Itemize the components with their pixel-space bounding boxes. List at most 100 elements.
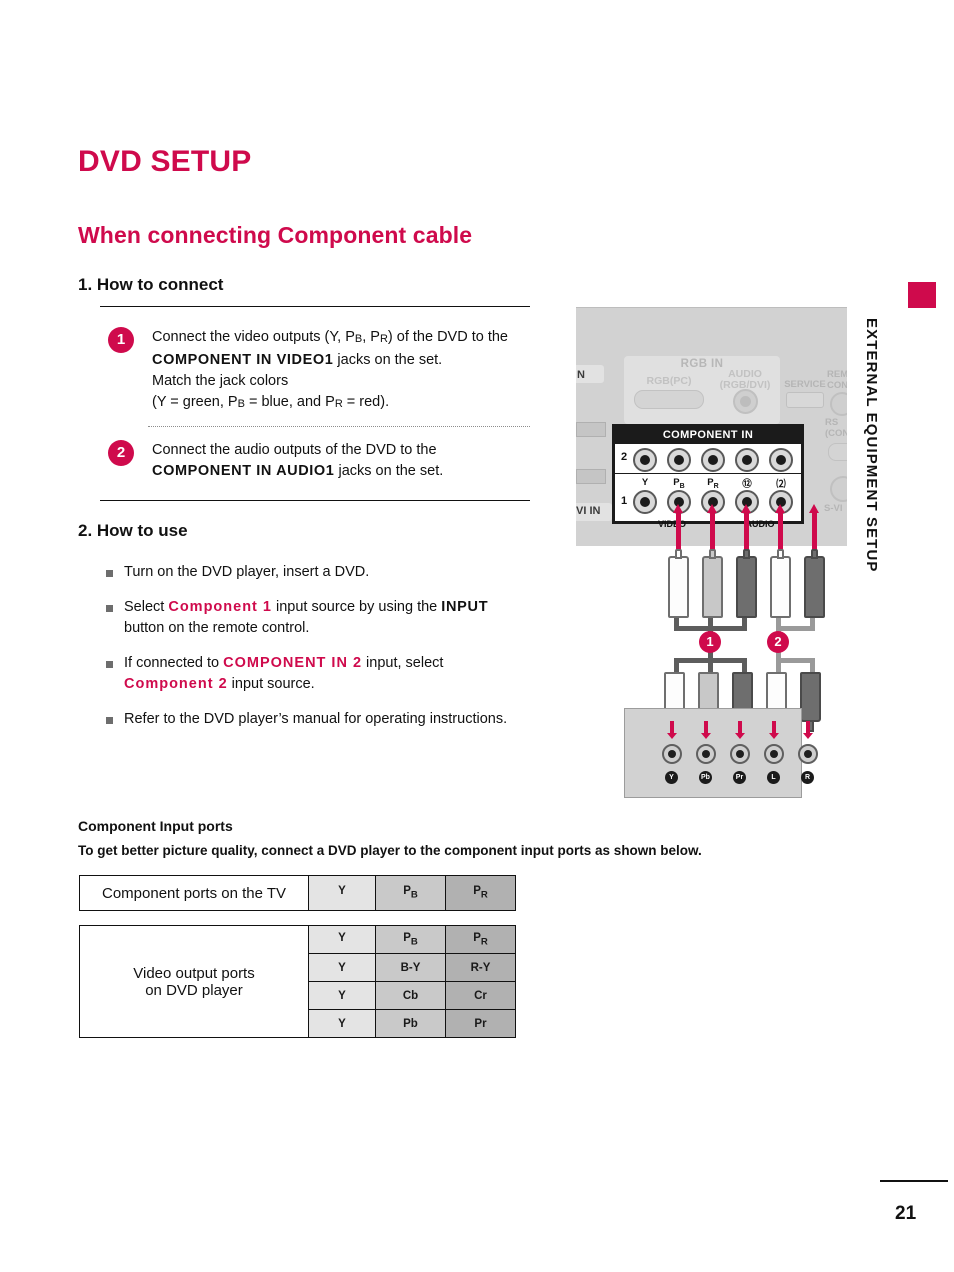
component-input-ports-subheading: To get better picture quality, connect a… xyxy=(78,843,702,858)
step-1-line4-sub2: R xyxy=(334,398,343,410)
tv-ports-cell-pr: PR xyxy=(445,875,516,911)
dvd-cell-y-3: Y xyxy=(308,1009,376,1038)
dvd-jack-y[interactable] xyxy=(662,744,682,764)
use-item-4-text: Refer to the DVD player’s manual for ope… xyxy=(124,711,508,727)
dvd-ports-row-label: Video output ports on DVD player xyxy=(79,925,309,1038)
use-item-3-post: input source. xyxy=(227,676,315,692)
wire-audio-bus-top xyxy=(776,626,815,631)
dvd-cell-pr-3: Pr xyxy=(445,1009,516,1038)
component1-label-audio-r: ⑵ xyxy=(776,479,786,490)
use-item-3-pre: If connected to xyxy=(124,655,224,671)
cell-base: Cb xyxy=(402,989,419,1002)
dvd-cell-y-0: Y xyxy=(308,925,376,954)
component1-jack-y[interactable] xyxy=(633,490,657,514)
tv-ports-cell-pb: PB xyxy=(375,875,446,911)
remote-control-label: REMCONT xyxy=(827,369,847,391)
plug-top-pr xyxy=(736,549,757,618)
step-1-line-1: Connect the video outputs (Y, PB, PR) of… xyxy=(152,327,538,350)
insert-arrow-pb xyxy=(701,721,711,739)
remote-control-jack-icon xyxy=(830,392,847,416)
list-item: Refer to the DVD player’s manual for ope… xyxy=(106,709,556,730)
s-video-label: S-VI xyxy=(824,503,843,514)
cell-base: Y xyxy=(338,1017,346,1030)
dvd-cell-pb-1: B-Y xyxy=(375,953,446,982)
use-item-3-mid: input, select xyxy=(362,655,444,671)
dvd-port-label-y: Y xyxy=(665,771,678,784)
dvd-label-line1: Video output ports xyxy=(133,964,255,982)
component-row-2-number: 2 xyxy=(621,451,628,463)
square-bullet-icon xyxy=(106,605,113,612)
component2-jack-audio-l[interactable] xyxy=(735,448,759,472)
cell-base: Y xyxy=(338,961,346,974)
component2-jack-pr[interactable] xyxy=(701,448,725,472)
dvd-jack-audio-l[interactable] xyxy=(764,744,784,764)
square-bullet-icon xyxy=(106,570,113,577)
rule-top xyxy=(100,306,530,307)
cell-base: P xyxy=(473,931,481,944)
cell-base: Pb xyxy=(403,1017,418,1030)
cell-base: Y xyxy=(338,989,346,1002)
page-number: 21 xyxy=(895,1203,917,1224)
vga-port-icon xyxy=(634,390,704,409)
component1-label-y: Y xyxy=(641,477,649,488)
component1-label-pr: PR xyxy=(707,477,719,490)
list-item: Turn on the DVD player, insert a DVD. xyxy=(106,562,556,583)
plug-bottom-audio-r xyxy=(800,672,821,732)
step-1-line1-c: ) of the DVD to the xyxy=(387,329,508,345)
use-item-2-post: button on the remote control. xyxy=(124,620,310,636)
rgb-audio-jack-icon xyxy=(733,389,758,414)
step-1-line-2: COMPONENT IN VIDEO1 jacks on the set. xyxy=(152,350,538,371)
cell-base: P xyxy=(403,885,411,898)
dvd-jack-pb[interactable] xyxy=(696,744,716,764)
rs232c-label: RS(CONTR xyxy=(825,417,847,439)
cell-sub: R xyxy=(480,936,488,948)
cell-sub: R xyxy=(480,889,488,901)
component-in-title: COMPONENT IN xyxy=(615,427,801,444)
hdmi-slot-2 xyxy=(576,469,606,484)
rgb-pc-label: RGB(PC) xyxy=(646,375,692,387)
step-1-body: Connect the video outputs (Y, PB, PR) of… xyxy=(152,327,538,415)
step-2-bold-target: COMPONENT IN AUDIO1 xyxy=(152,463,335,479)
component-row-1-number: 1 xyxy=(621,495,628,507)
service-port-icon xyxy=(786,392,824,408)
rule-dotted-separator xyxy=(148,426,530,427)
table-row: Video output ports on DVD player Y P B PR xyxy=(79,925,516,1038)
plug-top-audio-l xyxy=(770,549,791,618)
insert-arrow-y xyxy=(667,721,677,739)
step-1-line2-rest: jacks on the set. xyxy=(333,352,443,368)
connect-step-1: 1 Connect the video outputs (Y, PB, PR) … xyxy=(108,327,538,415)
square-bullet-icon xyxy=(106,661,113,668)
how-to-use-heading: 2. How to use xyxy=(78,521,188,540)
dvi-in-label: VI IN xyxy=(576,505,601,517)
dvd-jack-audio-r[interactable] xyxy=(798,744,818,764)
use-item-2-input-key: INPUT xyxy=(441,599,489,615)
cell-base: B-Y xyxy=(400,961,421,974)
dvd-jack-pr[interactable] xyxy=(730,744,750,764)
plug-top-audio-r xyxy=(804,549,825,618)
step-1-line4-c: = red). xyxy=(342,394,390,410)
cell-base: Y xyxy=(338,931,346,944)
dvd-port-label-pb: Pb xyxy=(699,771,712,784)
use-item-3-accent2: Component 2 xyxy=(124,676,228,692)
step-1-line-4: (Y = green, PB = blue, and PR = red). xyxy=(152,392,538,415)
plug-top-pb xyxy=(702,549,723,618)
component2-jack-pb[interactable] xyxy=(667,448,691,472)
dvd-ports-table: Video output ports on DVD player Y P B PR… xyxy=(79,925,516,1038)
cell-base: Cr xyxy=(474,989,487,1002)
component2-jack-y[interactable] xyxy=(633,448,657,472)
cell-sub: B xyxy=(410,936,418,948)
audio-group-bracket-label: AUDIO xyxy=(745,519,775,529)
step-2-body: Connect the audio outputs of the DVD to … xyxy=(152,440,538,482)
use-item-1-text: Turn on the DVD player, insert a DVD. xyxy=(124,564,370,580)
dvd-cell-pb-2: Cb xyxy=(375,981,446,1010)
dvd-label-line2: on DVD player xyxy=(145,981,243,999)
cable-harness-diagram: 1 2 Y Pb Pr L R xyxy=(610,548,850,798)
step-2-line-2: COMPONENT IN AUDIO1 jacks on the set. xyxy=(152,461,538,482)
video-group-bracket-label: VIDEO xyxy=(657,519,686,529)
dvd-port-label-audio-l: L xyxy=(767,771,780,784)
tv-ports-table: Component ports on the TV Y PB PR xyxy=(79,875,516,911)
rule-bottom xyxy=(100,500,530,501)
tv-ports-cell-y: Y xyxy=(308,875,376,911)
dvd-cell-pr-0: PR xyxy=(445,925,516,954)
component2-jack-audio-r[interactable] xyxy=(769,448,793,472)
